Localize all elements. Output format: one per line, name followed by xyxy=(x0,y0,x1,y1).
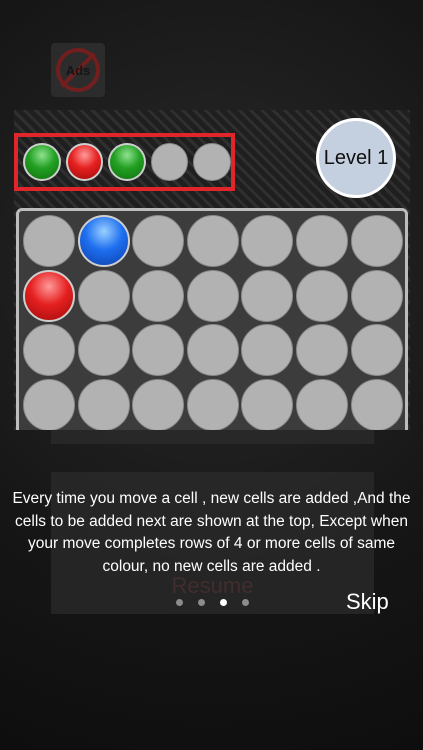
board-cell-blue-ball xyxy=(77,215,130,267)
board-cell-empty xyxy=(241,269,294,322)
board-cell-empty xyxy=(132,269,185,322)
board-cell-empty xyxy=(132,378,185,430)
no-ads-label: Ads xyxy=(65,62,91,78)
page-dot[interactable] xyxy=(220,599,227,606)
next-cell-empty xyxy=(193,143,232,181)
board-cell-empty xyxy=(350,215,403,267)
board-cell-empty xyxy=(186,215,239,267)
no-ads-icon: Ads xyxy=(56,48,100,92)
next-cell-green-ball xyxy=(108,143,146,181)
board-cell-empty xyxy=(132,324,185,377)
board-cell-empty xyxy=(295,215,348,267)
next-cell-green-ball xyxy=(23,143,61,181)
skip-button[interactable]: Skip xyxy=(346,589,389,615)
board-cell-empty xyxy=(23,215,75,267)
page-dot[interactable] xyxy=(242,599,249,606)
tutorial-preview-image: Level 1 xyxy=(14,110,410,430)
background-menu-panel xyxy=(51,430,374,444)
next-cell-red-ball xyxy=(65,143,104,181)
board-cell-empty xyxy=(350,324,403,377)
board-cell-empty xyxy=(186,378,239,430)
board-cell-empty xyxy=(77,324,130,377)
board-cell-empty xyxy=(295,269,348,322)
page-indicator[interactable] xyxy=(176,599,249,606)
game-board xyxy=(16,208,408,430)
board-cell-empty xyxy=(186,269,239,322)
board-cell-empty xyxy=(350,269,403,322)
no-ads-button[interactable]: Ads xyxy=(51,43,105,97)
next-cell-empty xyxy=(150,143,189,181)
board-cell-empty xyxy=(23,378,75,430)
tutorial-text: Every time you move a cell , new cells a… xyxy=(12,490,411,575)
board-cell-empty xyxy=(295,378,348,430)
next-cells-highlight xyxy=(14,133,235,191)
board-cell-empty xyxy=(350,378,403,430)
board-cell-empty xyxy=(77,269,130,322)
board-cell-red-ball xyxy=(23,269,75,322)
board-cell-empty xyxy=(77,378,130,430)
board-cell-empty xyxy=(23,324,75,377)
level-badge: Level 1 xyxy=(316,118,396,198)
board-cell-empty xyxy=(186,324,239,377)
board-cell-empty xyxy=(241,324,294,377)
board-cell-empty xyxy=(241,215,294,267)
board-cell-empty xyxy=(132,215,185,267)
board-cell-empty xyxy=(241,378,294,430)
page-dot[interactable] xyxy=(176,599,183,606)
board-cell-empty xyxy=(295,324,348,377)
page-dot[interactable] xyxy=(198,599,205,606)
